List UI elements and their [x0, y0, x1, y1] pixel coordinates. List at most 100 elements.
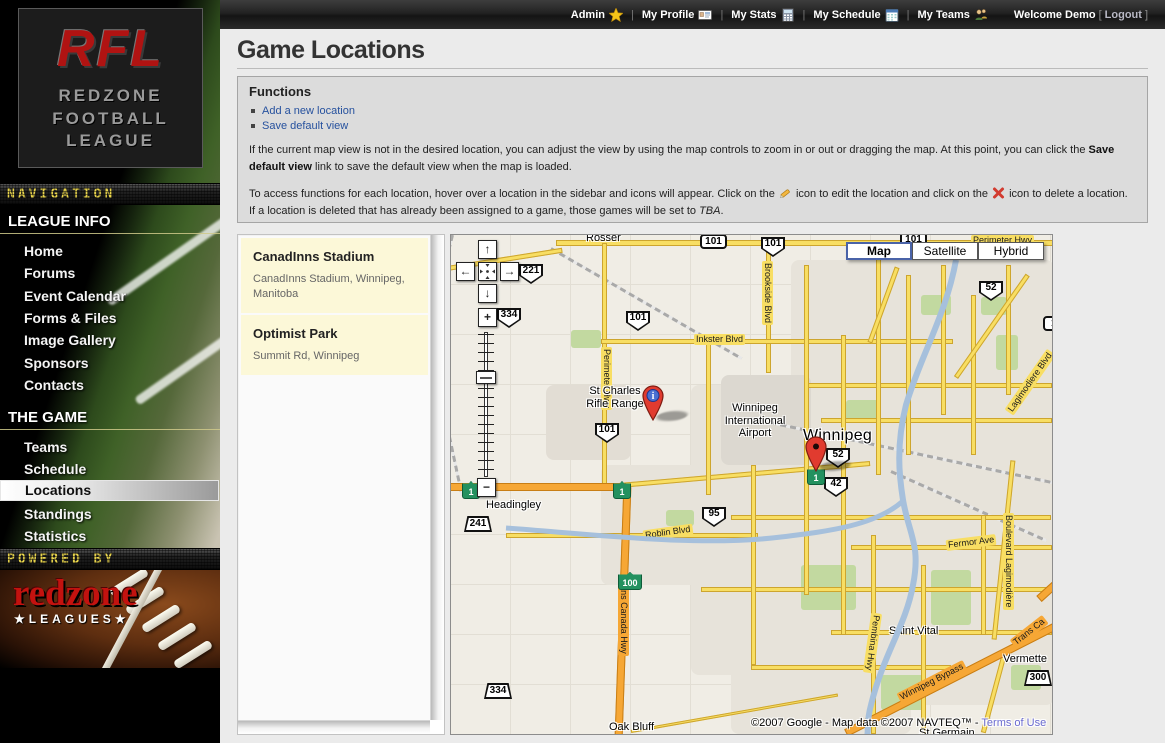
sidebar-item-home[interactable]: Home	[24, 241, 214, 261]
pan-up-button[interactable]: ↑	[478, 240, 497, 259]
delete-x-icon	[991, 186, 1006, 200]
help-paragraph-1: If the current map view is not in the de…	[249, 142, 1136, 176]
functions-heading: Functions	[249, 84, 1136, 99]
zoom-slider-handle[interactable]	[476, 371, 496, 384]
bracket: ]	[1145, 9, 1148, 21]
logout-link[interactable]: Logout	[1105, 9, 1142, 21]
separator: |	[803, 9, 806, 21]
location-address: Summit Rd, Winnipeg	[253, 349, 416, 364]
sidebar-item-statistics[interactable]: Statistics	[24, 526, 214, 546]
pan-right-button[interactable]: →	[500, 262, 519, 281]
sidebar-item-teams[interactable]: Teams	[24, 437, 214, 457]
edit-pencil-icon	[778, 186, 793, 200]
map-copyright: ©2007 Google - Map data ©2007 NAVTEQ™ - …	[751, 717, 1046, 729]
highway-shield: 10	[1043, 316, 1053, 331]
logo-line: FOOTBALL	[52, 108, 169, 131]
location-marker[interactable]	[805, 436, 827, 473]
zoom-out-button[interactable]: −	[477, 478, 496, 497]
para2-end: .	[720, 205, 723, 217]
separator: |	[720, 9, 723, 21]
my-schedule-link[interactable]: My Schedule	[813, 8, 898, 22]
my-profile-link[interactable]: My Profile	[642, 8, 713, 22]
para2-pre: To access functions for each location, h…	[249, 188, 778, 200]
pan-center-button[interactable]	[478, 262, 497, 281]
highway-shield: 241	[464, 516, 492, 532]
tba-text: TBA	[699, 205, 720, 217]
location-cards: CanadInns Stadium CanadInns Stadium, Win…	[239, 236, 430, 720]
horizontal-scrollbar[interactable]	[238, 720, 430, 734]
river	[451, 235, 1053, 735]
location-card-canadinns[interactable]: CanadInns Stadium CanadInns Stadium, Win…	[241, 238, 428, 313]
my-stats-label: My Stats	[731, 9, 776, 21]
logo-abbr: RFL	[57, 23, 164, 75]
section-divider	[0, 429, 220, 430]
pan-left-button[interactable]: ←	[456, 262, 475, 281]
sidebar-item-forums[interactable]: Forums	[24, 263, 214, 283]
location-list-panel: CanadInns Stadium CanadInns Stadium, Win…	[237, 234, 445, 735]
title-divider	[237, 68, 1148, 69]
redzone-logo[interactable]: redzone	[13, 575, 138, 612]
my-profile-label: My Profile	[642, 9, 695, 21]
terms-of-use-link[interactable]: Terms of Use	[981, 717, 1046, 729]
highway-shield: 300	[1024, 670, 1052, 686]
save-default-view-link[interactable]: Save default view	[262, 120, 348, 132]
my-teams-label: My Teams	[918, 9, 970, 21]
powered-by-banner: POWERED BY	[0, 548, 220, 570]
bullet	[251, 109, 255, 113]
info-marker[interactable]: i	[642, 385, 664, 422]
admin-label: Admin	[571, 9, 605, 21]
admin-link[interactable]: Admin	[571, 8, 623, 22]
svg-text:i: i	[652, 391, 655, 402]
vertical-scrollbar[interactable]	[430, 235, 444, 720]
help-paragraph-2: To access functions for each location, h…	[249, 186, 1136, 220]
separator: |	[631, 9, 634, 21]
star-icon	[609, 8, 623, 22]
para1-pre: If the current map view is not in the de…	[249, 144, 1089, 156]
section-divider	[0, 233, 220, 234]
map-type-map-button[interactable]: Map	[846, 242, 912, 260]
para2-mid: icon to edit the location and click on t…	[793, 188, 991, 200]
para1-post: link to save the default view when the m…	[312, 161, 572, 173]
sidebar-item-locations[interactable]: Locations	[0, 480, 219, 501]
center-map-icon	[479, 263, 496, 280]
map-type-switcher: Map Satellite Hybrid	[846, 242, 1044, 260]
sidebar-item-contacts[interactable]: Contacts	[24, 375, 214, 395]
location-card-optimist[interactable]: Optimist Park Summit Rd, Winnipeg	[241, 315, 428, 375]
my-stats-link[interactable]: My Stats	[731, 8, 794, 22]
zoom-in-button[interactable]: +	[478, 308, 497, 327]
sidebar-item-event-calendar[interactable]: Event Calendar	[24, 286, 214, 306]
copyright-text: ©2007 Google - Map data ©2007 NAVTEQ™ -	[751, 717, 981, 729]
sidebar-item-standings[interactable]: Standings	[24, 504, 214, 524]
location-name: Optimist Park	[253, 326, 416, 341]
trans-canada-shield: 1	[613, 481, 631, 499]
map-type-satellite-button[interactable]: Satellite	[912, 242, 978, 260]
add-location-link[interactable]: Add a new location	[262, 105, 355, 117]
map-type-hybrid-button[interactable]: Hybrid	[978, 242, 1044, 260]
calculator-icon	[781, 8, 795, 22]
add-location-row: Add a new location	[251, 105, 1136, 117]
welcome-text: Welcome Demo	[1014, 9, 1096, 21]
redzone-tagline: ★LEAGUES★	[14, 612, 130, 626]
highway-shield: 101	[700, 234, 727, 249]
zoom-slider-ticks	[478, 334, 494, 476]
navigation-banner: NAVIGATION	[0, 183, 220, 205]
sidebar: RFL REDZONE FOOTBALL LEAGUE NAVIGATION L…	[0, 0, 220, 743]
location-address: CanadInns Stadium, Winnipeg, Manitoba	[253, 272, 416, 302]
separator: |	[907, 9, 910, 21]
my-teams-link[interactable]: My Teams	[918, 8, 988, 22]
sidebar-item-image-gallery[interactable]: Image Gallery	[24, 330, 214, 350]
functions-panel: Functions Add a new location Save defaul…	[237, 76, 1148, 223]
vcard-icon	[698, 8, 712, 22]
highway-shield: 334	[484, 683, 512, 699]
trans-canada-shield: 100	[618, 572, 642, 590]
pan-down-button[interactable]: ↓	[478, 284, 497, 303]
sidebar-item-forms-files[interactable]: Forms & Files	[24, 308, 214, 328]
calendar-icon	[885, 8, 899, 22]
logo-line: REDZONE	[58, 85, 162, 108]
logo-line: LEAGUE	[66, 130, 155, 153]
bracket: [	[1099, 9, 1102, 21]
sidebar-item-schedule[interactable]: Schedule	[24, 459, 214, 479]
sidebar-item-sponsors[interactable]: Sponsors	[24, 353, 214, 373]
map-canvas[interactable]: Perimeter Hwy Perimeter Hwy Brookside Bl…	[450, 234, 1053, 735]
scrollbar-corner	[430, 720, 444, 734]
